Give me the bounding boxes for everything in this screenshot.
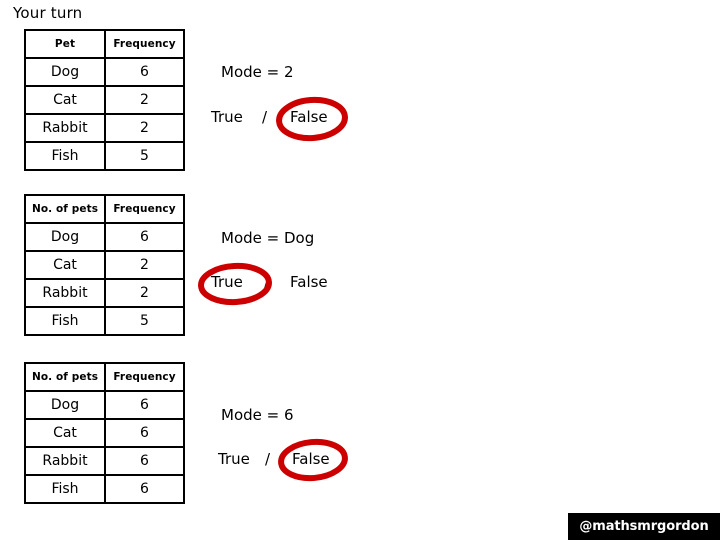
- table-row: Cat 2: [24, 85, 185, 115]
- table-cell-category: Rabbit: [24, 278, 106, 308]
- table-cell-category: Cat: [24, 250, 106, 280]
- table-cell-category: Dog: [24, 57, 106, 87]
- table-cell-frequency: 6: [104, 418, 185, 448]
- table-cell-category: Rabbit: [24, 113, 106, 143]
- table-cell-category: Cat: [24, 85, 106, 115]
- table-cell-category: Cat: [24, 418, 106, 448]
- watermark-handle: @mathsmrgordon: [579, 519, 709, 534]
- frequency-table-3: No. of pets Frequency Dog 6 Cat 6 Rabbit…: [24, 362, 185, 504]
- table-cell-frequency: 2: [104, 85, 185, 115]
- table-row: Rabbit 2: [24, 278, 185, 308]
- table-header-cell: Frequency: [104, 29, 185, 59]
- table-header-row: Pet Frequency: [24, 29, 185, 59]
- table-row: Dog 6: [24, 57, 185, 87]
- page-title: Your turn: [13, 4, 83, 22]
- option-separator-3: /: [265, 450, 271, 468]
- frequency-table-2: No. of pets Frequency Dog 6 Cat 2 Rabbit…: [24, 194, 185, 336]
- table-cell-category: Fish: [24, 141, 106, 171]
- table-row: Fish 5: [24, 306, 185, 336]
- mode-statement-1: Mode = 2: [221, 63, 294, 81]
- table-row: Rabbit 2: [24, 113, 185, 143]
- true-option-3[interactable]: True: [218, 450, 250, 469]
- table-cell-frequency: 6: [104, 390, 185, 420]
- table-cell-category: Dog: [24, 390, 106, 420]
- table-cell-frequency: 6: [104, 446, 185, 476]
- table-cell-frequency: 5: [104, 306, 185, 336]
- table-row: Dog 6: [24, 390, 185, 420]
- mode-statement-2: Mode = Dog: [221, 229, 315, 247]
- table-row: Rabbit 6: [24, 446, 185, 476]
- table-row: Cat 6: [24, 418, 185, 448]
- option-separator-1: /: [262, 108, 268, 126]
- option-separator-2: /: [264, 273, 270, 291]
- table-row: Cat 2: [24, 250, 185, 280]
- table-cell-category: Fish: [24, 306, 106, 336]
- true-option-1[interactable]: True: [211, 108, 243, 127]
- table-cell-category: Fish: [24, 474, 106, 504]
- table-cell-frequency: 5: [104, 141, 185, 171]
- mode-statement-3: Mode = 6: [221, 406, 294, 424]
- false-option-1[interactable]: False: [290, 108, 328, 127]
- table-header-cell: Frequency: [104, 194, 185, 224]
- table-header-cell: Pet: [24, 29, 106, 59]
- table-header-cell: No. of pets: [24, 362, 106, 392]
- table-cell-frequency: 2: [104, 278, 185, 308]
- table-header-row: No. of pets Frequency: [24, 194, 185, 224]
- table-header-cell: No. of pets: [24, 194, 106, 224]
- frequency-table-1: Pet Frequency Dog 6 Cat 2 Rabbit 2 Fish …: [24, 29, 185, 171]
- slide-canvas: Your turn Pet Frequency Dog 6 Cat 2 Rabb…: [0, 0, 720, 540]
- table-cell-frequency: 2: [104, 113, 185, 143]
- false-option-3[interactable]: False: [292, 450, 330, 469]
- table-cell-frequency: 6: [104, 474, 185, 504]
- table-cell-frequency: 6: [104, 57, 185, 87]
- true-option-2[interactable]: True: [211, 273, 243, 292]
- table-header-cell: Frequency: [104, 362, 185, 392]
- table-cell-frequency: 6: [104, 222, 185, 252]
- table-row: Dog 6: [24, 222, 185, 252]
- table-cell-category: Dog: [24, 222, 106, 252]
- watermark-bar: @mathsmrgordon: [568, 513, 720, 540]
- false-option-2[interactable]: False: [290, 273, 328, 292]
- table-header-row: No. of pets Frequency: [24, 362, 185, 392]
- table-row: Fish 5: [24, 141, 185, 171]
- table-row: Fish 6: [24, 474, 185, 504]
- table-cell-frequency: 2: [104, 250, 185, 280]
- table-cell-category: Rabbit: [24, 446, 106, 476]
